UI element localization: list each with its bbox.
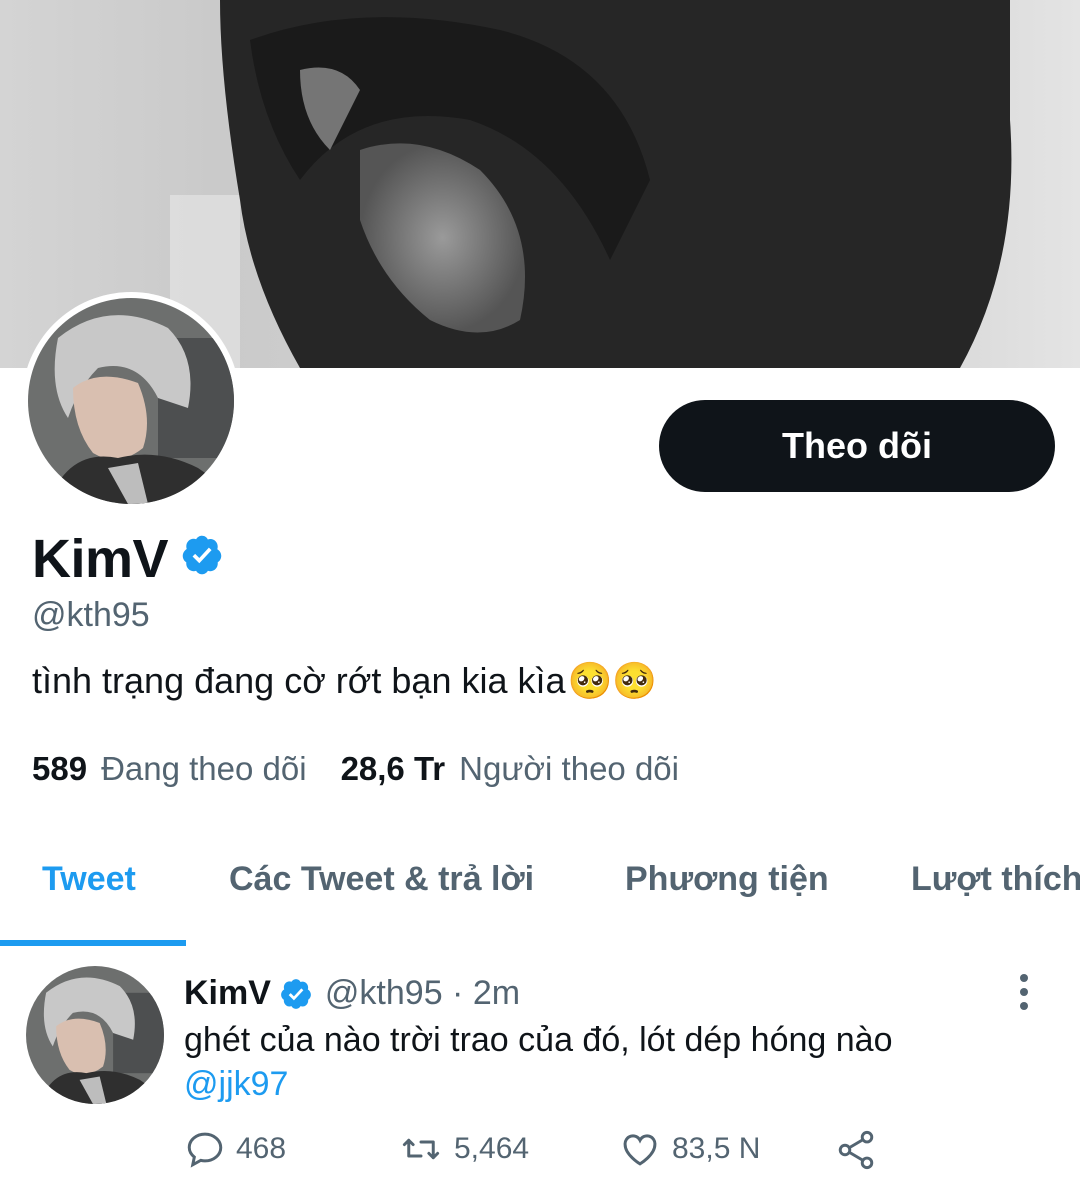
followers-label[interactable]: Người theo dõi	[459, 750, 679, 788]
like-count: 83,5 N	[672, 1132, 761, 1165]
like-icon	[623, 1134, 657, 1166]
profile-display-name: KimV	[32, 528, 224, 590]
tweet-avatar[interactable]	[26, 966, 164, 1104]
tab-tweets[interactable]: Tweet	[42, 860, 136, 899]
profile-handle: @kth95	[32, 596, 150, 634]
profile-avatar[interactable]	[22, 292, 240, 510]
profile-page: Theo dõi KimV @kth95 tình trạng đang cờ …	[0, 0, 1080, 1189]
retweet-icon	[402, 1138, 440, 1160]
pleading-face-emoji: 🥺🥺	[567, 660, 658, 701]
profile-bio: tình trạng đang cờ rớt bạn kia kìa 🥺🥺	[32, 660, 657, 702]
tweet-header: KimV @kth95 · 2m	[184, 974, 520, 1013]
follow-button[interactable]: Theo dõi	[659, 400, 1055, 492]
reply-count: 468	[236, 1132, 287, 1165]
following-label[interactable]: Đang theo dõi	[101, 750, 307, 788]
share-icon	[838, 1130, 874, 1170]
following-count[interactable]: 589	[32, 750, 87, 788]
profile-stats: 589 Đang theo dõi 28,6 Tr Người theo dõi	[32, 750, 713, 788]
avatar-image	[28, 298, 234, 504]
tweet-text: ghét của nào trời trao của đó, lót dép h…	[184, 1018, 1044, 1106]
followers-count[interactable]: 28,6 Tr	[341, 750, 446, 788]
tweet-actions: 468 5,464 83,5 N	[184, 1128, 1064, 1178]
reply-icon	[187, 1132, 223, 1168]
verified-badge-icon[interactable]	[180, 528, 224, 590]
retweet-button[interactable]: 5,464	[398, 1128, 529, 1170]
tab-media[interactable]: Phương tiện	[625, 860, 829, 899]
bio-text: tình trạng đang cờ rớt bạn kia kìa	[32, 660, 566, 701]
display-name-text: KimV	[32, 529, 169, 589]
reply-button[interactable]: 468	[184, 1128, 286, 1170]
tweet-mention-link[interactable]: @jjk97	[184, 1062, 1044, 1106]
tweet-handle-time: @kth95 · 2m	[324, 974, 521, 1012]
retweet-count: 5,464	[454, 1132, 530, 1165]
profile-tabs: Tweet Các Tweet & trả lời Phương tiện Lư…	[0, 830, 1080, 946]
active-tab-indicator	[0, 940, 186, 946]
tab-likes[interactable]: Lượt thích	[911, 860, 1080, 899]
tweet-author-name[interactable]: KimV	[184, 974, 271, 1013]
verified-badge-icon	[279, 977, 313, 1011]
like-button[interactable]: 83,5 N	[618, 1128, 760, 1170]
more-vertical-icon[interactable]	[1010, 972, 1038, 1017]
tweet-body: ghét của nào trời trao của đó, lót dép h…	[184, 1021, 893, 1059]
tab-tweets-replies[interactable]: Các Tweet & trả lời	[229, 860, 534, 899]
share-button[interactable]	[834, 1128, 888, 1172]
